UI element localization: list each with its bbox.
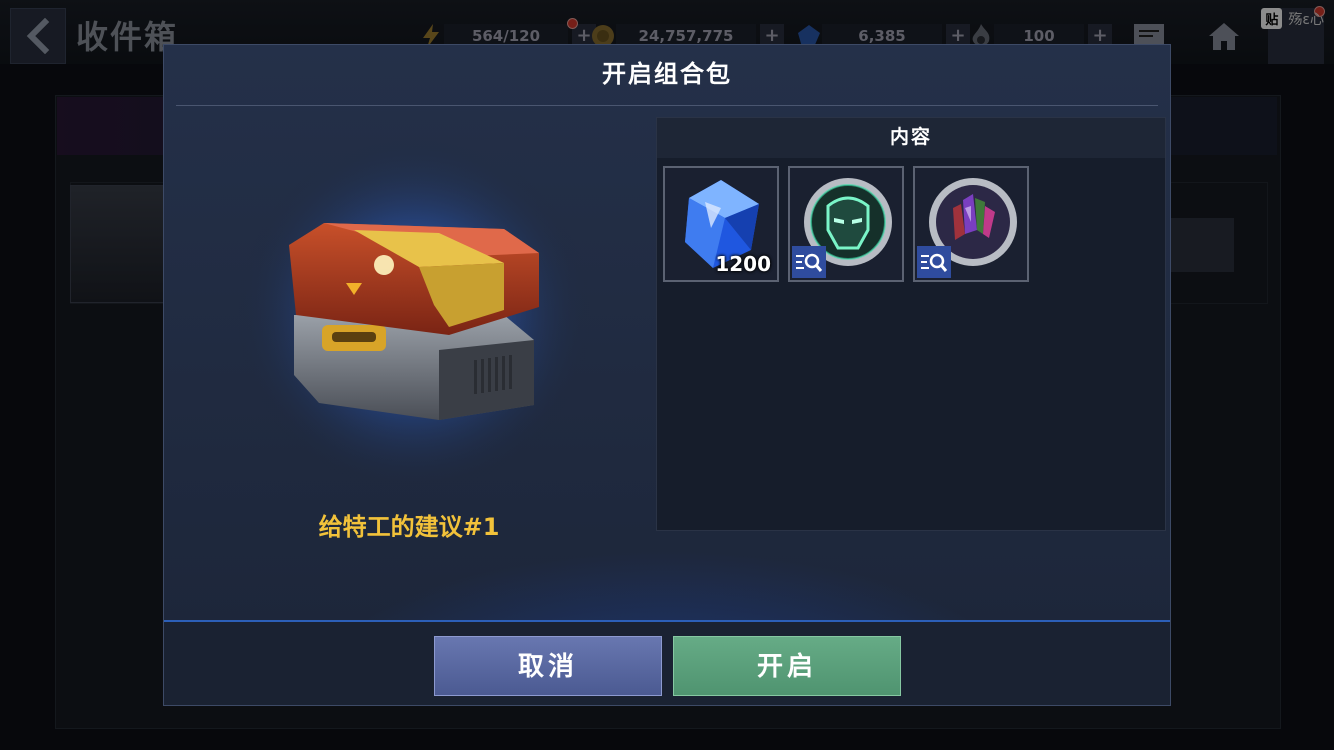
reward-quantity: 1200: [715, 252, 771, 276]
contents-panel: 内容 1200: [656, 117, 1166, 531]
open-bundle-modal: 开启组合包 给特工的建议#1 内容 1200 取消 开启: [163, 44, 1171, 706]
modal-footer: 取消 开启: [164, 620, 1170, 705]
cancel-button[interactable]: 取消: [434, 636, 662, 696]
contents-header: 内容: [657, 118, 1165, 158]
inspect-icon[interactable]: [792, 246, 826, 278]
bundle-chest-image: [234, 135, 594, 495]
divider: [176, 105, 1158, 106]
reward-slot-crystal[interactable]: 1200: [663, 166, 779, 282]
reward-slot-crystals[interactable]: [913, 166, 1029, 282]
reward-slot-iron-man[interactable]: [788, 166, 904, 282]
modal-title: 开启组合包: [602, 60, 732, 88]
inspect-icon[interactable]: [917, 246, 951, 278]
open-button[interactable]: 开启: [673, 636, 901, 696]
chest-icon: [236, 137, 592, 493]
bundle-name: 给特工的建议#1: [318, 513, 500, 541]
